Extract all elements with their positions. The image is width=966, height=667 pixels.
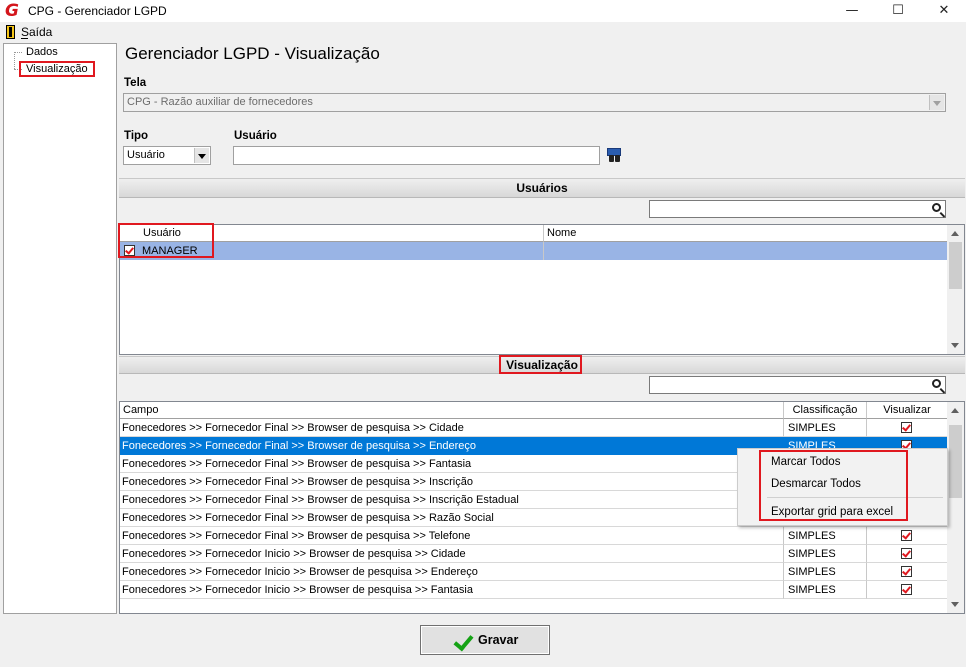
chevron-down-icon[interactable] [929,95,944,110]
cell-visualizar [867,563,948,581]
search-icon[interactable] [932,379,941,388]
table-row[interactable]: Fonecedores >> Fornecedor Inicio >> Brow… [120,545,948,563]
binoculars-search-icon[interactable] [607,148,623,164]
close-button[interactable]: ✕ [921,0,966,22]
visualizar-checkbox[interactable] [901,422,912,433]
tela-select[interactable]: CPG - Razão auxiliar de fornecedores [123,93,946,112]
cell-campo: Fonecedores >> Fornecedor Inicio >> Brow… [120,581,784,599]
window-title: CPG - Gerenciador LGPD [28,4,167,18]
menu-exit[interactable]: Saída [21,25,52,39]
annotation-highlight [499,355,582,374]
annotation-highlight [759,450,908,521]
app-logo-icon: G [5,1,19,21]
annotation-highlight [118,223,214,258]
table-row[interactable]: Fonecedores >> Fornecedor Final >> Brows… [120,527,948,545]
menu-exit-underline [21,38,28,39]
table-row[interactable]: Fonecedores >> Fornecedor Inicio >> Brow… [120,581,948,599]
cell-visualizar [867,545,948,563]
column-header-nome[interactable]: Nome [544,225,948,242]
table-row[interactable]: MANAGER [120,242,948,260]
visualizar-checkbox[interactable] [901,584,912,595]
visualizacao-scrollbar[interactable] [947,402,964,613]
visualizar-checkbox[interactable] [901,566,912,577]
usuarios-grid: Usuário Nome MANAGER [119,224,965,355]
table-row[interactable]: Fonecedores >> Fornecedor Inicio >> Brow… [120,563,948,581]
save-button-label: Gravar [478,633,519,647]
tree-item-dados[interactable]: Dados [24,46,60,59]
save-button[interactable]: Gravar [420,625,550,655]
menu-bar [0,22,966,42]
cell-classificacao: SIMPLES [784,563,867,581]
cell-campo: Fonecedores >> Fornecedor Final >> Brows… [120,491,784,509]
usuario-input[interactable] [233,146,600,165]
column-header-visualizar[interactable]: Visualizar [867,402,948,419]
cell-campo: Fonecedores >> Fornecedor Final >> Brows… [120,509,784,527]
cell-classificacao: SIMPLES [784,419,867,437]
cell-visualizar [867,419,948,437]
cell-nome [544,242,948,260]
minimize-button[interactable]: — [829,0,875,22]
cell-campo: Fonecedores >> Fornecedor Final >> Brows… [120,455,784,473]
visualizar-checkbox[interactable] [901,548,912,559]
visualizacao-search-input[interactable] [649,376,946,394]
cell-campo: Fonecedores >> Fornecedor Final >> Brows… [120,419,784,437]
maximize-button[interactable]: ☐ [875,0,921,22]
table-row[interactable]: Fonecedores >> Fornecedor Final >> Brows… [120,419,948,437]
search-icon[interactable] [932,203,941,212]
cell-campo: Fonecedores >> Fornecedor Final >> Brows… [120,473,784,491]
usuarios-section-header: Usuários [119,178,965,198]
tipo-value: Usuário [127,149,165,161]
usuario-label: Usuário [234,130,277,142]
navigation-tree [3,43,117,614]
scroll-thumb[interactable] [949,425,962,498]
cell-campo: Fonecedores >> Fornecedor Final >> Brows… [122,440,477,452]
cell-campo: Fonecedores >> Fornecedor Final >> Brows… [120,527,784,545]
checkmark-icon [453,630,474,652]
page-title: Gerenciador LGPD - Visualização [125,44,380,63]
scroll-up-icon[interactable] [951,408,959,413]
menu-exit-label: Saída [21,25,53,39]
cell-classificacao: SIMPLES [784,527,867,545]
cell-campo: Fonecedores >> Fornecedor Inicio >> Brow… [120,563,784,581]
tree-connector [14,52,16,69]
usuarios-scrollbar[interactable] [947,225,964,354]
exit-door-icon[interactable] [6,25,15,39]
scroll-down-icon[interactable] [951,602,959,607]
column-header-campo[interactable]: Campo [120,402,784,419]
cell-classificacao: SIMPLES [784,581,867,599]
tipo-select[interactable]: Usuário [123,146,211,165]
tela-value: CPG - Razão auxiliar de fornecedores [127,96,313,108]
column-header-classificacao[interactable]: Classificação [784,402,867,419]
chevron-down-icon[interactable] [194,148,209,163]
usuarios-search-input[interactable] [649,200,946,218]
cell-campo: Fonecedores >> Fornecedor Inicio >> Brow… [120,545,784,563]
visualizar-checkbox[interactable] [901,530,912,541]
tela-label: Tela [124,77,147,89]
cell-classificacao: SIMPLES [784,545,867,563]
cell-visualizar [867,581,948,599]
annotation-highlight [19,61,95,77]
cell-visualizar [867,527,948,545]
scroll-thumb[interactable] [949,242,962,289]
scroll-down-icon[interactable] [951,343,959,348]
tipo-label: Tipo [124,130,149,142]
scroll-up-icon[interactable] [951,231,959,236]
